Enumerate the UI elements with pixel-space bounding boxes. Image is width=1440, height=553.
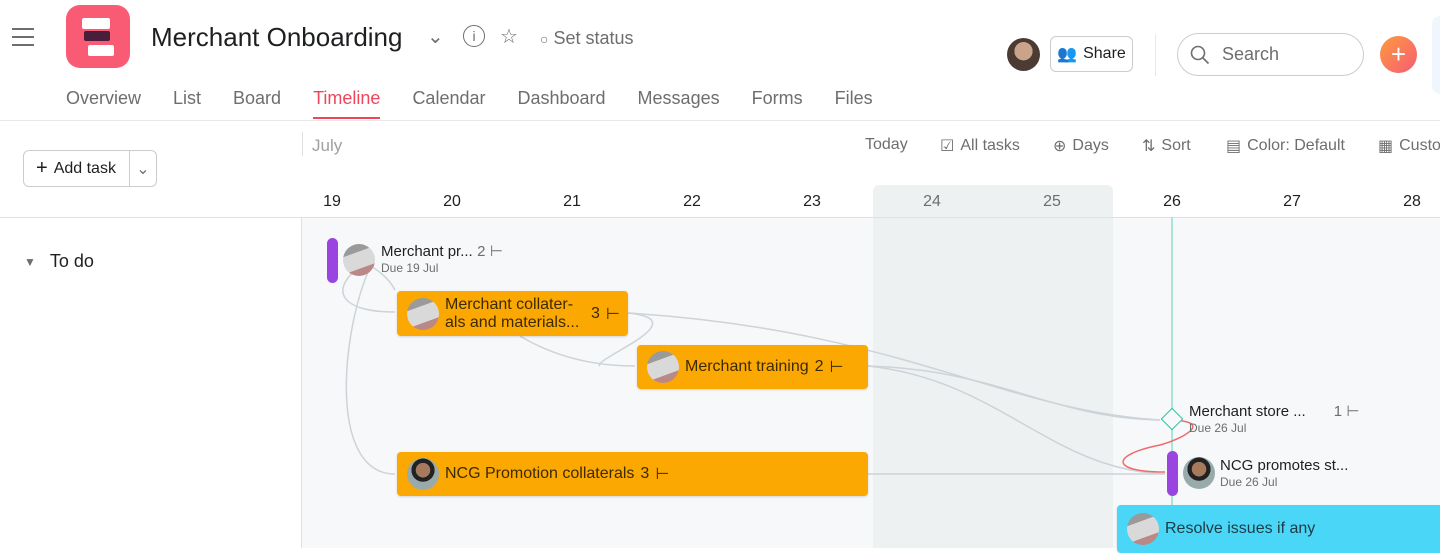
task-merchant-pr[interactable]: Merchant pr... 2 ⊢ Due 19 Jul: [381, 242, 503, 275]
task-label: Merchant pr...: [381, 243, 473, 260]
task-label: Merchant store ...: [1189, 403, 1306, 420]
task-label: Merchant training: [685, 358, 809, 375]
task-label: Resolve issues if any: [1165, 520, 1316, 537]
task-ncg-promotes[interactable]: NCG promotes st... Due 26 Jul: [1220, 457, 1348, 489]
subtask-count: 2: [814, 358, 824, 375]
task-label: NCG promotes st...: [1220, 457, 1349, 474]
dependency-line: [867, 365, 1166, 475]
dependency-line: [345, 271, 396, 475]
subtask-icon: ⊢: [829, 359, 844, 376]
task-avatar: [1183, 457, 1215, 489]
task-merchant-store[interactable]: Merchant store ... 1 ⊢ Due 26 Jul: [1189, 402, 1360, 435]
task-label: als and materials...: [445, 313, 580, 331]
subtask-count: 3: [591, 304, 600, 322]
milestone-bar[interactable]: [1167, 451, 1178, 496]
milestone-bar[interactable]: [327, 238, 338, 283]
task-avatar: [647, 351, 679, 383]
task-avatar: [407, 297, 439, 330]
task-bar-resolve-issues[interactable]: Resolve issues if any: [1117, 505, 1440, 553]
task-avatar: [407, 458, 439, 490]
task-bar-merchant-collaterals[interactable]: Merchant collater-als and materials... 3 ⊢: [397, 291, 628, 336]
subtask-icon: ⊢: [605, 305, 620, 323]
dependency-line-conflict: [1122, 419, 1194, 473]
due-date: Due 19 Jul: [381, 261, 439, 275]
subtask-count: 1: [1333, 403, 1343, 420]
subtask-icon: ⊢: [655, 466, 670, 483]
due-date: Due 26 Jul: [1220, 475, 1278, 489]
task-label: NCG Promotion collaterals: [445, 465, 635, 482]
due-date: Due 26 Jul: [1189, 421, 1247, 435]
task-bar-merchant-training[interactable]: Merchant training 2 ⊢: [637, 345, 868, 389]
subtask-count: 2: [477, 243, 486, 260]
subtask-icon: ⊢: [489, 243, 504, 260]
task-avatar: [343, 244, 375, 276]
subtask-icon: ⊢: [1346, 403, 1360, 420]
subtask-count: 3: [640, 465, 650, 482]
task-bar-ncg-promotion-collaterals[interactable]: NCG Promotion collaterals 3 ⊢: [397, 452, 868, 496]
task-avatar: [1127, 513, 1159, 545]
task-label: Merchant collater-: [445, 295, 574, 313]
